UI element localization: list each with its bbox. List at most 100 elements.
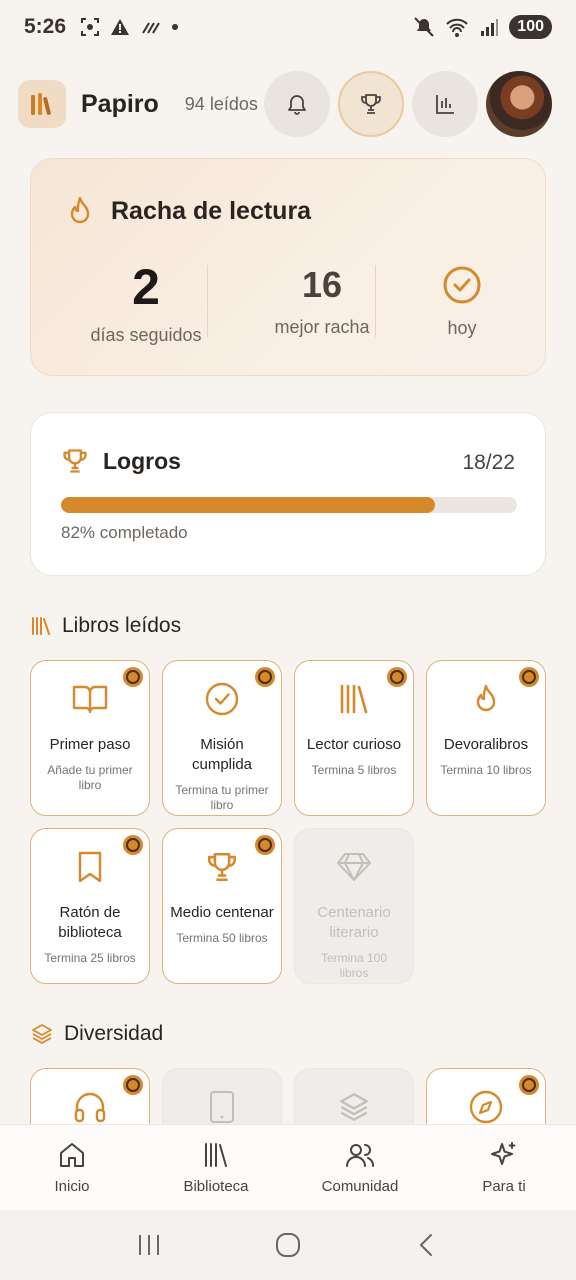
achievements-progress-bar (61, 497, 517, 513)
bottom-nav: Inicio Biblioteca Comunidad Para ti (0, 1124, 576, 1210)
trophy-icon (207, 852, 237, 882)
bookmark-icon (78, 851, 102, 883)
nav-label: Para ti (482, 1178, 526, 1195)
medal-icon (519, 667, 539, 687)
today-stat: hoy (377, 265, 547, 339)
streak-days-label: días seguidos (90, 325, 202, 345)
sparkles-icon (491, 1142, 516, 1165)
badge-centenario-literario[interactable]: Centenario literario Termina 100 libros (294, 828, 414, 984)
tablet-icon (210, 1091, 234, 1123)
dot-icon (172, 24, 179, 30)
badge-name: Devoralibros (443, 736, 529, 753)
recent-apps-icon[interactable] (136, 1232, 162, 1258)
nav-label: Inicio (54, 1178, 90, 1195)
medal-icon (123, 667, 143, 687)
books-icon (340, 684, 368, 714)
section-title: Libros leídos (62, 614, 182, 637)
achievements-title: Logros (103, 447, 181, 474)
wifi-icon (446, 18, 469, 37)
nav-label: Biblioteca (183, 1178, 249, 1195)
trophy-icon (63, 449, 87, 473)
home-icon (60, 1143, 84, 1167)
library-icon (205, 1143, 227, 1167)
badge-name: Misión cumplida (191, 736, 253, 773)
home-button-icon[interactable] (274, 1231, 302, 1259)
nav-comunidad[interactable]: Comunidad (288, 1125, 432, 1210)
achievements-button[interactable] (337, 71, 404, 137)
badge-desc: Termina 25 libros (44, 951, 136, 965)
medal-icon (255, 835, 275, 855)
read-count: 94 leídos (184, 93, 258, 114)
check-circle-icon (205, 682, 239, 716)
system-nav-bar (0, 1210, 576, 1280)
medal-icon (519, 1075, 539, 1095)
nav-biblioteca[interactable]: Biblioteca (144, 1125, 288, 1210)
medal-icon (255, 667, 275, 687)
streak-days-stat: 2 días seguidos (61, 259, 231, 346)
nav-inicio[interactable]: Inicio (0, 1125, 144, 1210)
badge-lector-curioso[interactable]: Lector curioso Termina 5 libros (294, 660, 414, 816)
books-icon (32, 617, 50, 635)
badge-name: Centenario literario (317, 904, 391, 941)
layers-icon (340, 1093, 368, 1121)
signal-icon (481, 19, 499, 36)
achievements-count: 18/22 (462, 451, 515, 474)
back-icon[interactable] (414, 1232, 440, 1258)
medal-icon (123, 835, 143, 855)
no-data-icon (142, 22, 160, 34)
check-circle-icon (443, 266, 481, 304)
headphones-icon (74, 1092, 106, 1123)
achievements-card[interactable]: Logros 18/22 82% completado (30, 412, 546, 576)
stats-button[interactable] (411, 71, 478, 137)
divider (375, 265, 376, 337)
battery-indicator: 100 (509, 15, 552, 39)
divider (207, 265, 208, 337)
today-label: hoy (447, 318, 477, 338)
nav-label: Comunidad (321, 1178, 399, 1195)
books-logo-icon (31, 93, 51, 115)
achievements-percent: 82% completado (61, 523, 188, 542)
app-title: Papiro (81, 89, 159, 118)
reading-streak-card: Racha de lectura 2 días seguidos 16 mejo… (30, 158, 546, 376)
badge-devoralibros[interactable]: Devoralibros Termina 10 libros (426, 660, 546, 816)
mute-icon (414, 17, 435, 37)
badge-primer-paso[interactable]: Primer paso Añade tu primer libro (30, 660, 150, 816)
medal-icon (387, 667, 407, 687)
layers-icon (32, 1024, 52, 1044)
streak-days-value: 2 (132, 259, 160, 315)
warning-icon (111, 19, 130, 35)
app-logo (18, 80, 66, 128)
badge-name: Primer paso (49, 736, 131, 753)
progress-fill (61, 497, 435, 513)
streak-title: Racha de lectura (111, 196, 312, 225)
section-title: Diversidad (64, 1022, 164, 1045)
badge-medio-centenar[interactable]: Medio centenar Termina 50 libros (162, 828, 282, 984)
badge-name: Medio centenar (170, 904, 274, 921)
users-icon (346, 1144, 374, 1167)
bar-chart-icon (435, 95, 454, 114)
bell-icon (287, 95, 306, 115)
notifications-button[interactable] (263, 71, 330, 137)
badge-desc: Termina 100 libros (320, 951, 388, 980)
diamond-icon (337, 853, 371, 881)
badge-name: Ratón de biblioteca (58, 904, 122, 941)
compass-icon (469, 1090, 503, 1124)
badge-desc: Termina 50 libros (176, 931, 268, 945)
badge-raton-de-biblioteca[interactable]: Ratón de biblioteca Termina 25 libros (30, 828, 150, 984)
status-time: 5:26 (24, 15, 67, 38)
user-avatar[interactable] (485, 71, 552, 137)
section-books-read: Libros leídos (30, 614, 181, 638)
badge-desc: Termina tu primer libro (175, 783, 269, 812)
badge-desc: Termina 5 libros (311, 763, 397, 777)
book-open-icon (72, 685, 108, 714)
flame-icon (476, 684, 496, 712)
section-diversity: Diversidad (30, 1022, 163, 1046)
app-header: Papiro 94 leídos (18, 68, 558, 140)
badge-desc: Termina 10 libros (440, 763, 532, 777)
badge-name: Lector curioso (306, 736, 402, 753)
nav-para-ti[interactable]: Para ti (432, 1125, 576, 1210)
trophy-icon (360, 94, 381, 114)
badge-mision-cumplida[interactable]: Misión cumplida Termina tu primer libro (162, 660, 282, 816)
status-bar: 5:26 100 (0, 0, 576, 54)
badge-desc: Añade tu primer libro (47, 763, 133, 792)
